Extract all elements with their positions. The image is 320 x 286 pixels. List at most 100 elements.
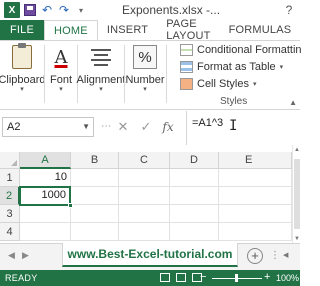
chevron-down-icon: ▾ bbox=[59, 86, 63, 93]
cell-c1[interactable] bbox=[119, 169, 170, 187]
next-sheet-icon[interactable]: ▶ bbox=[22, 250, 29, 261]
chevron-down-icon: ▾ bbox=[252, 81, 257, 88]
window-title: Exponents.xlsx -... bbox=[122, 3, 221, 17]
scroll-up-icon[interactable]: ▲ bbox=[293, 147, 301, 153]
formula-bar: A2 ▼ ⋮ ✕ ✓ fx =A1^3 I bbox=[0, 111, 300, 145]
name-box-value: A2 bbox=[7, 121, 21, 133]
tab-file[interactable]: FILE bbox=[0, 20, 45, 40]
cell-b1[interactable] bbox=[71, 169, 119, 187]
cancel-icon[interactable]: ✕ bbox=[116, 119, 130, 135]
cell-e4[interactable] bbox=[219, 223, 292, 241]
row-header-1[interactable]: 1 bbox=[0, 169, 20, 187]
column-header-d[interactable]: D bbox=[170, 152, 219, 169]
row-header-4[interactable]: 4 bbox=[0, 223, 20, 241]
collapse-ribbon-icon[interactable]: ▲ bbox=[289, 98, 297, 107]
worksheet-grid: A B C D E 1 2 3 4 10 1000 bbox=[0, 152, 292, 243]
redo-icon[interactable]: ↷ bbox=[57, 3, 71, 17]
scroll-down-icon[interactable]: ▼ bbox=[293, 236, 301, 242]
styles-group: Conditional Formattin Format as Table ▾ … bbox=[180, 41, 302, 109]
column-header-a[interactable]: A bbox=[20, 152, 71, 169]
styles-group-label: Styles bbox=[220, 96, 248, 107]
tab-page-layout[interactable]: PAGE LAYOUT bbox=[157, 18, 219, 42]
cell-styles-icon bbox=[180, 78, 193, 90]
text-cursor-icon: I bbox=[229, 118, 238, 134]
add-sheet-icon[interactable]: + bbox=[247, 248, 263, 264]
normal-view-icon[interactable] bbox=[160, 273, 170, 282]
fill-handle[interactable] bbox=[68, 203, 73, 208]
percent-icon: % bbox=[132, 44, 158, 70]
cell-styles-label: Cell Styles bbox=[197, 78, 249, 90]
zoom-out-button[interactable]: − bbox=[200, 271, 206, 283]
font-icon: A bbox=[54, 46, 68, 68]
conditional-formatting-button[interactable]: Conditional Formattin bbox=[180, 42, 302, 58]
help-button[interactable]: ? bbox=[282, 3, 296, 17]
chevron-down-icon: ▾ bbox=[279, 64, 284, 71]
column-header-b[interactable]: B bbox=[71, 152, 119, 169]
cell-e1[interactable] bbox=[219, 169, 292, 187]
chevron-down-icon: ▾ bbox=[99, 86, 103, 93]
alignment-group[interactable]: Alignment ▾ bbox=[76, 41, 126, 109]
vertical-scrollbar[interactable]: ▲ ▼ bbox=[292, 145, 300, 243]
zoom-slider-thumb[interactable] bbox=[235, 274, 238, 282]
clipboard-group[interactable]: Clipboard ▾ bbox=[0, 41, 46, 109]
tab-home[interactable]: HOME bbox=[44, 20, 98, 41]
cell-d4[interactable] bbox=[170, 223, 219, 241]
cell-a2-selected[interactable]: 1000 bbox=[19, 186, 71, 206]
alignment-icon bbox=[88, 44, 114, 70]
cell-b3[interactable] bbox=[71, 205, 119, 223]
font-label: Font bbox=[49, 74, 72, 86]
save-icon bbox=[24, 4, 36, 16]
enter-icon[interactable]: ✓ bbox=[139, 119, 153, 135]
save-icon-button[interactable] bbox=[23, 3, 37, 17]
tab-formulas[interactable]: FORMULAS bbox=[220, 20, 301, 40]
conditional-formatting-label: Conditional Formattin bbox=[197, 44, 302, 56]
status-bar: READY − + 100% bbox=[0, 270, 300, 286]
page-layout-view-icon[interactable] bbox=[176, 273, 186, 282]
formula-bar-splitter[interactable]: ⋮ bbox=[100, 121, 111, 130]
chevron-down-icon[interactable]: ▼ bbox=[82, 118, 90, 136]
cell-e3[interactable] bbox=[219, 205, 292, 223]
cell-styles-button[interactable]: Cell Styles ▾ bbox=[180, 76, 256, 92]
tab-insert[interactable]: INSERT bbox=[98, 20, 157, 40]
format-as-table-button[interactable]: Format as Table ▾ bbox=[180, 59, 283, 75]
cell-d2[interactable] bbox=[170, 187, 219, 205]
select-all-button[interactable] bbox=[0, 152, 20, 169]
status-ready: READY bbox=[5, 273, 38, 283]
chevron-down-icon: ▾ bbox=[143, 86, 147, 93]
excel-logo-icon[interactable]: X bbox=[4, 2, 20, 18]
formula-input[interactable]: =A1^3 bbox=[186, 111, 300, 145]
alignment-label: Alignment bbox=[76, 74, 126, 86]
row-header-2[interactable]: 2 bbox=[0, 187, 20, 205]
cell-a3[interactable] bbox=[20, 205, 71, 223]
prev-sheet-icon[interactable]: ◀ bbox=[8, 250, 15, 261]
cell-c3[interactable] bbox=[119, 205, 170, 223]
cell-b2[interactable] bbox=[71, 187, 119, 205]
cell-a1[interactable]: 10 bbox=[20, 169, 71, 187]
scroll-left-icon[interactable]: ◀ bbox=[283, 251, 288, 259]
insert-function-icon[interactable]: fx bbox=[161, 119, 175, 135]
customize-qat-icon[interactable]: ▾ bbox=[74, 3, 88, 17]
cell-c4[interactable] bbox=[119, 223, 170, 241]
column-header-e[interactable]: E bbox=[219, 152, 292, 169]
vertical-scroll-thumb[interactable] bbox=[294, 159, 300, 229]
conditional-formatting-icon bbox=[180, 44, 193, 56]
zoom-in-button[interactable]: + bbox=[264, 271, 270, 283]
cell-d3[interactable] bbox=[170, 205, 219, 223]
column-header-c[interactable]: C bbox=[119, 152, 170, 169]
cell-d1[interactable] bbox=[170, 169, 219, 187]
row-header-3[interactable]: 3 bbox=[0, 205, 20, 223]
cell-e2[interactable] bbox=[219, 187, 292, 205]
cell-c2[interactable] bbox=[119, 187, 170, 205]
font-group[interactable]: A Font ▾ bbox=[45, 41, 77, 109]
tab-splitter[interactable]: ⋮ bbox=[270, 250, 280, 261]
cell-a4[interactable] bbox=[20, 223, 71, 241]
zoom-level[interactable]: 100% bbox=[276, 273, 299, 283]
format-table-icon bbox=[180, 61, 193, 73]
number-group[interactable]: % Number ▾ bbox=[125, 41, 165, 109]
undo-icon[interactable]: ↶ bbox=[40, 3, 54, 17]
sheet-tab-active[interactable]: www.Best-Excel-tutorial.com bbox=[62, 243, 238, 267]
title-bar: X ↶ ↷ ▾ Exponents.xlsx -... ? bbox=[0, 0, 300, 20]
cell-b4[interactable] bbox=[71, 223, 119, 241]
clipboard-label: Clipboard bbox=[0, 74, 46, 86]
name-box[interactable]: A2 ▼ bbox=[2, 117, 94, 137]
